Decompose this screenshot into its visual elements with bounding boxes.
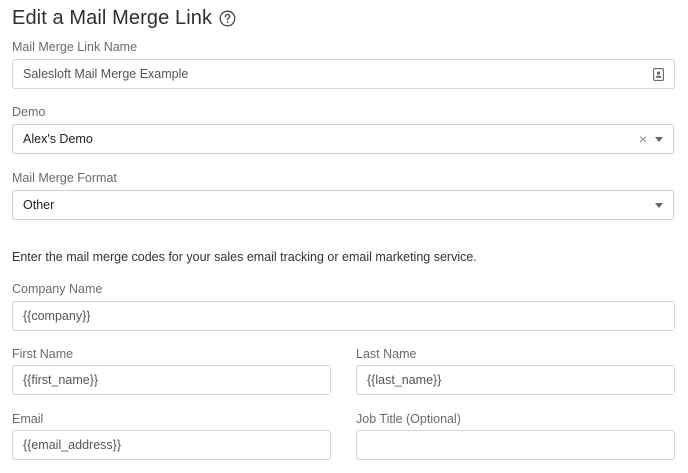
link-name-label: Mail Merge Link Name [12, 40, 138, 54]
title-row: Edit a Mail Merge Link [12, 7, 236, 30]
page-title: Edit a Mail Merge Link [12, 7, 213, 29]
link-name-actions [653, 67, 664, 81]
format-select[interactable]: Other [12, 190, 674, 220]
demo-value: Alex's Demo [23, 132, 93, 146]
job-title-input[interactable] [356, 430, 675, 460]
format-label: Mail Merge Format [12, 171, 117, 185]
first-name-label: First Name [12, 347, 74, 361]
email-value: {{email_address}} [23, 438, 121, 452]
last-name-label: Last Name [356, 347, 417, 361]
last-name-input[interactable]: {{last_name}} [356, 365, 675, 395]
link-name-value: Salesloft Mail Merge Example [23, 67, 189, 81]
format-value: Other [23, 198, 55, 212]
first-name-input[interactable]: {{first_name}} [12, 365, 331, 395]
question-circle-icon[interactable] [219, 10, 236, 27]
last-name-value: {{last_name}} [367, 373, 442, 387]
link-name-input[interactable]: Salesloft Mail Merge Example [12, 59, 675, 89]
instructions-text: Enter the mail merge codes for your sale… [12, 250, 477, 264]
email-label: Email [12, 412, 44, 426]
chevron-down-icon[interactable] [655, 136, 663, 142]
demo-label: Demo [12, 105, 46, 119]
company-name-input[interactable]: {{company}} [12, 301, 675, 331]
chevron-down-icon[interactable] [655, 202, 663, 208]
company-name-label: Company Name [12, 282, 103, 296]
demo-select-controls: × [639, 132, 663, 146]
format-select-controls [655, 202, 663, 208]
contact-card-icon[interactable] [653, 67, 664, 81]
clear-icon[interactable]: × [639, 132, 647, 146]
demo-select[interactable]: Alex's Demo × [12, 124, 674, 154]
job-title-label: Job Title (Optional) [356, 412, 461, 426]
first-name-value: {{first_name}} [23, 373, 99, 387]
company-name-value: {{company}} [23, 309, 91, 323]
email-input[interactable]: {{email_address}} [12, 430, 331, 460]
